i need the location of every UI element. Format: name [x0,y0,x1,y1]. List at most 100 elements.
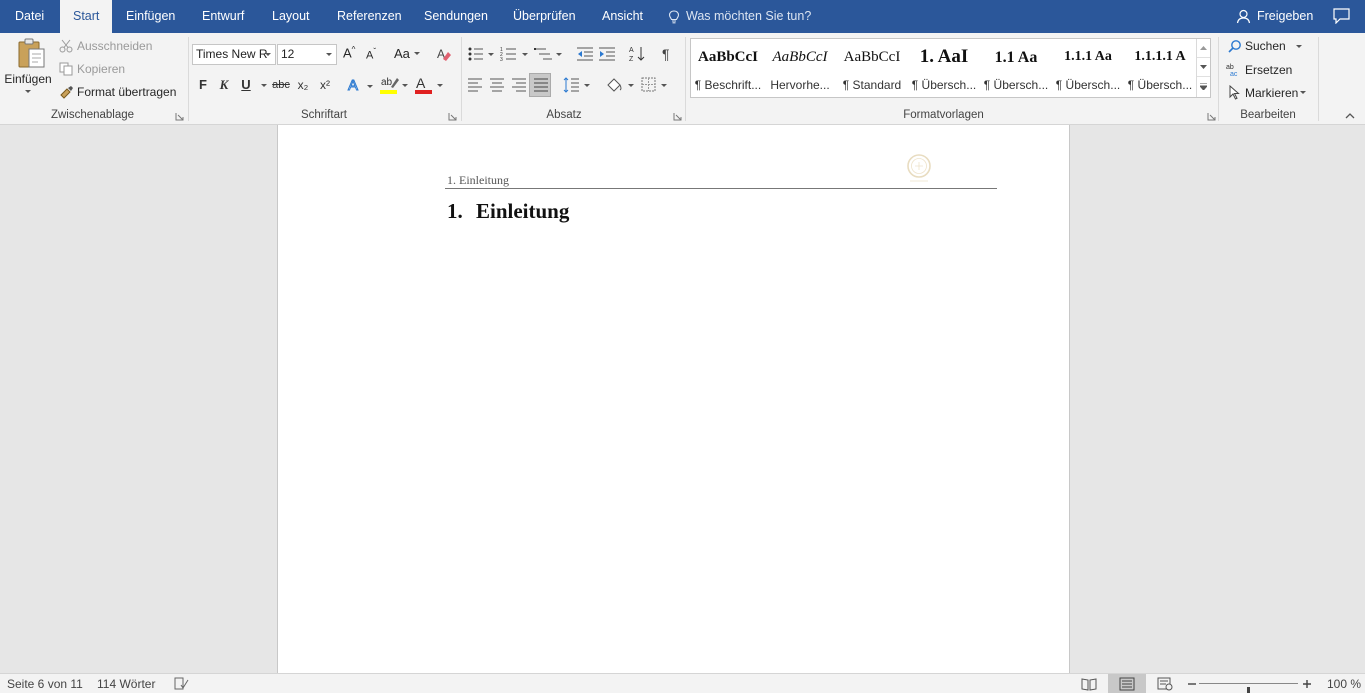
font-dialog-launcher-icon[interactable] [448,112,457,121]
svg-text:ab: ab [1226,64,1234,71]
page-count[interactable]: Seite 6 von 11 [7,674,83,693]
paste-button[interactable]: Einfügen [4,37,52,101]
show-formatting-marks-icon[interactable]: ¶ [661,46,675,62]
superscript-button[interactable]: x² [317,74,333,96]
subscript-button[interactable]: x₂ [295,74,311,96]
change-case-dropdown-icon[interactable] [413,52,420,55]
font-size-combo[interactable]: 12 [277,44,337,65]
tab-start[interactable]: Start [60,0,113,34]
copy-button[interactable]: Kopieren [59,62,125,76]
proofing-icon[interactable] [173,677,189,691]
bold-button[interactable]: F [196,74,210,96]
font-name-combo[interactable]: Times New R [192,44,276,65]
styles-dialog-launcher-icon[interactable] [1207,112,1216,121]
find-dropdown-icon[interactable] [1295,44,1302,48]
increase-indent-icon[interactable] [598,46,616,62]
shrink-font-icon: Aˇ [366,47,377,62]
gallery-more-icon[interactable] [1197,77,1210,96]
gallery-scroll-down-icon[interactable] [1197,58,1210,77]
tab-layout[interactable]: Layout [259,0,323,33]
style-heading-4[interactable]: 1.1.1.1 A ¶ Übersch... [1124,39,1196,97]
comment-icon[interactable] [1333,8,1350,24]
format-painter-button[interactable]: Format übertragen [59,85,176,99]
print-layout-button[interactable] [1108,674,1146,693]
paintbrush-icon [60,86,73,99]
font-color-icon[interactable]: A [413,75,445,95]
tell-me-search[interactable]: Was möchten Sie tun? [668,0,811,33]
share-button[interactable]: Freigeben [1236,0,1313,33]
find-button[interactable]: Suchen [1228,39,1302,53]
sort-icon[interactable]: A Z [629,45,647,63]
underline-button[interactable]: U [239,74,253,96]
replace-button[interactable]: ab ac Ersetzen [1226,62,1292,78]
cursor-arrow-icon [1229,85,1240,100]
tab-datei[interactable]: Datei [2,0,57,33]
zoom-in-icon[interactable] [1302,679,1312,689]
style-heading-1[interactable]: 1. AaI ¶ Übersch... [908,39,980,97]
zoom-slider[interactable] [1199,683,1298,693]
style-standard[interactable]: AaBbCcI ¶ Standard [836,39,908,97]
borders-icon[interactable] [640,76,670,94]
find-label: Suchen [1245,39,1286,53]
italic-button[interactable]: K [217,74,231,96]
paragraph-dialog-launcher-icon[interactable] [673,112,682,121]
header-rule [445,188,997,189]
style-emphasis[interactable]: AaBbCcI Hervorhe... [764,39,836,97]
shrink-font-button[interactable]: Aˇ [366,47,376,62]
web-layout-icon[interactable] [1157,677,1173,691]
svg-text:ac: ac [1230,71,1238,77]
page-header-text: 1. Einleitung [447,173,509,187]
clipboard-group-label: Zwischenablage [50,109,135,121]
justify-button[interactable] [529,73,551,97]
bullets-icon[interactable] [467,46,495,62]
style-sample: 1.1.1.1 A [1134,49,1186,64]
font-size-value: 12 [281,47,295,61]
font-name-value: Times New R [196,47,268,61]
zoom-out-icon[interactable] [1187,679,1197,689]
change-case-label: Aa [394,46,410,61]
select-button[interactable]: Markieren [1228,85,1307,100]
change-case-button[interactable]: Aa [394,46,420,61]
style-heading-3[interactable]: 1.1.1 Aa ¶ Übersch... [1052,39,1124,97]
tab-referenzen[interactable]: Referenzen [324,0,415,33]
highlight-color-icon[interactable]: ab [378,75,410,95]
decrease-indent-icon[interactable] [576,46,594,62]
zoom-slider-thumb[interactable] [1247,687,1250,693]
clear-formatting-icon[interactable]: A [436,47,452,62]
read-mode-icon[interactable] [1081,677,1097,691]
tab-einfuegen[interactable]: Einfügen [113,0,188,33]
line-spacing-icon[interactable] [563,76,591,94]
collapse-ribbon-icon[interactable] [1345,112,1355,119]
cut-label: Ausschneiden [77,39,153,53]
tab-ueberpruefen[interactable]: Überprüfen [500,0,589,33]
gallery-scroll-up-icon[interactable] [1197,39,1210,58]
select-dropdown-icon[interactable] [1300,91,1307,94]
editing-group-label: Bearbeiten [1240,109,1296,121]
font-name-dropdown-icon[interactable] [265,53,271,56]
underline-dropdown-icon[interactable] [261,84,267,87]
search-icon [1228,40,1241,53]
tab-entwurf[interactable]: Entwurf [189,0,257,33]
grow-font-button[interactable]: A^ [343,45,355,60]
strikethrough-button[interactable]: abc [271,74,291,96]
shading-icon[interactable] [605,76,635,94]
clipboard-dialog-launcher-icon[interactable] [175,112,184,121]
text-effects-icon[interactable]: A [347,76,375,94]
word-count[interactable]: 114 Wörter [97,674,155,693]
tab-sendungen[interactable]: Sendungen [411,0,501,33]
document-page[interactable]: 1. Einleitung 1. Einleitung [277,125,1070,673]
align-right-icon[interactable] [511,78,527,92]
tab-ansicht[interactable]: Ansicht [589,0,656,33]
align-left-icon[interactable] [467,78,483,92]
paste-dropdown-icon[interactable] [25,90,31,93]
cut-button[interactable]: Ausschneiden [59,39,152,53]
font-size-dropdown-icon[interactable] [326,53,332,56]
align-center-icon[interactable] [489,78,505,92]
multilevel-list-icon[interactable] [534,46,564,62]
style-heading-2[interactable]: 1.1 Aa ¶ Übersch... [980,39,1052,97]
style-sample: 1.1.1 Aa [1064,49,1112,64]
copy-icon [59,62,73,76]
style-caption[interactable]: AaBbCcI ¶ Beschrift... [692,39,764,97]
numbering-icon[interactable]: 1 2 3 [500,46,530,62]
zoom-level[interactable]: 100 % [1327,674,1361,693]
